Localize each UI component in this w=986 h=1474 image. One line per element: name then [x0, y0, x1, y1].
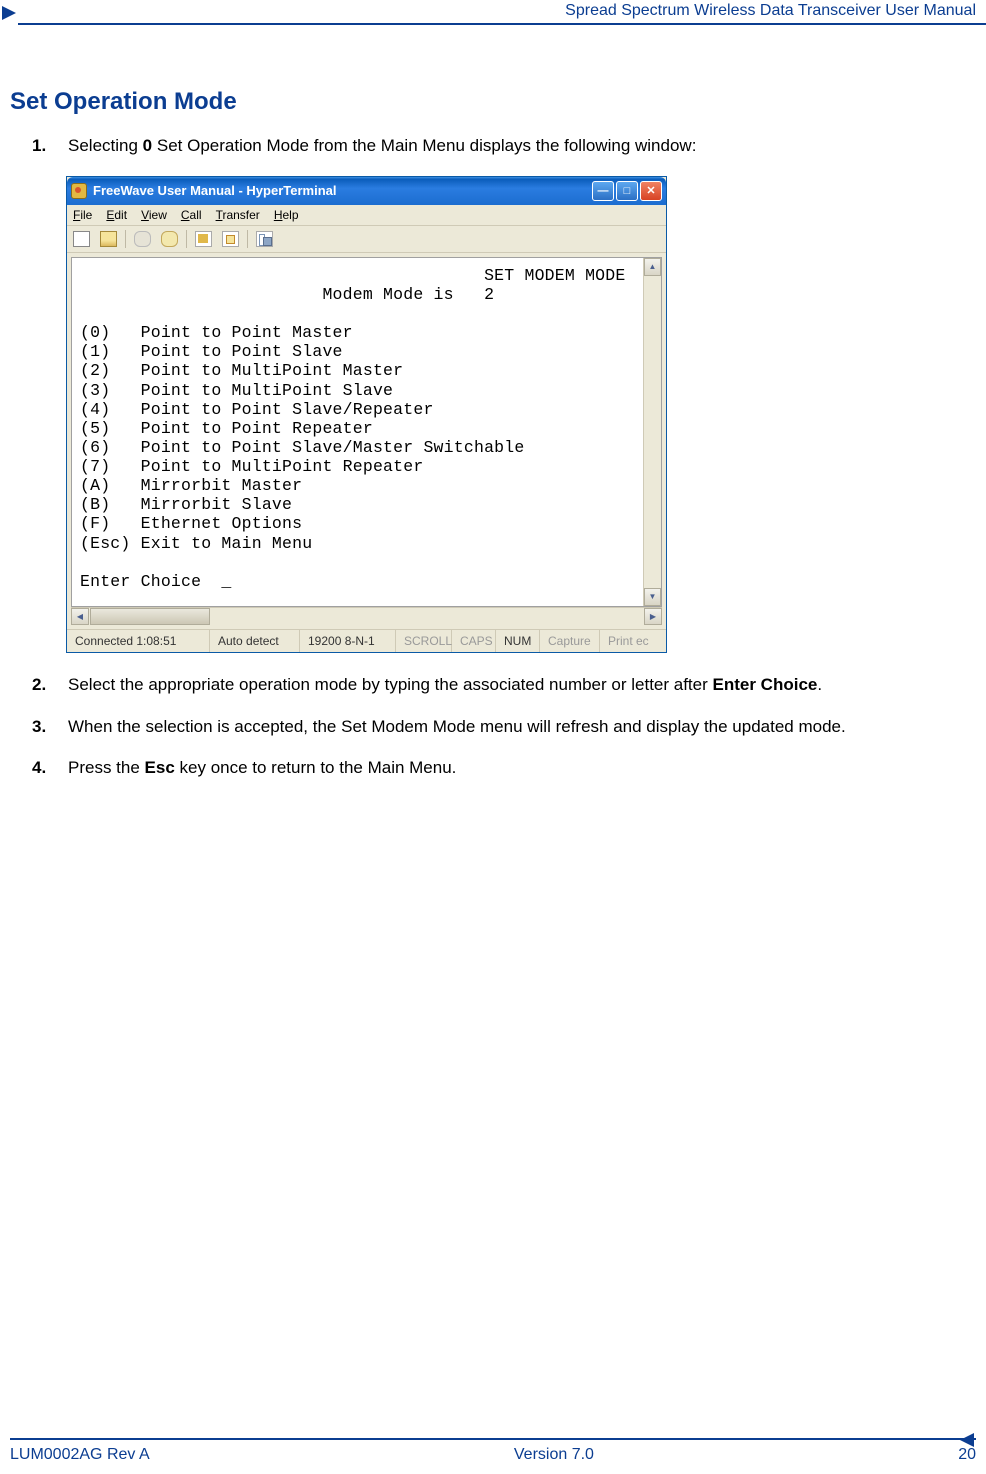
screenshot-container: FreeWave User Manual - HyperTerminal — □… [66, 176, 667, 653]
send-icon[interactable] [195, 231, 212, 247]
status-capture: Capture [540, 630, 600, 652]
status-connected: Connected 1:08:51 [67, 630, 210, 652]
page-header: Spread Spectrum Wireless Data Transceive… [0, 0, 986, 28]
option-1: (1) Point to Point Slave [80, 342, 343, 361]
header-arrow-icon [2, 6, 16, 20]
option-B: (B) Mirrorbit Slave [80, 495, 292, 514]
menu-file[interactable]: File [73, 208, 92, 222]
status-num: NUM [496, 630, 540, 652]
menubar: File Edit View Call Transfer Help [67, 205, 666, 226]
prompt: Enter Choice _ [80, 572, 232, 591]
toolbar-separator [186, 230, 187, 248]
step-3: 3. When the selection is accepted, the S… [10, 715, 976, 739]
scroll-track[interactable] [644, 276, 661, 588]
app-icon [71, 183, 87, 199]
step-number: 2. [32, 673, 68, 697]
page-content: Set Operation Mode 1. Selecting 0 Set Op… [0, 28, 986, 780]
scroll-left-icon[interactable]: ◀ [71, 608, 89, 625]
menu-transfer[interactable]: Transfer [216, 208, 260, 222]
step-text: When the selection is accepted, the Set … [68, 715, 976, 739]
toolbar [67, 226, 666, 253]
menu-help[interactable]: Help [274, 208, 299, 222]
scroll-down-icon[interactable]: ▼ [644, 588, 661, 606]
section-heading: Set Operation Mode [10, 88, 976, 116]
status-print: Print ec [600, 630, 666, 652]
steps-list: 1. Selecting 0 Set Operation Mode from t… [10, 134, 976, 158]
receive-icon[interactable] [222, 231, 239, 247]
option-2: (2) Point to MultiPoint Master [80, 361, 403, 380]
minimize-button[interactable]: — [592, 181, 614, 201]
step-text: Press the Esc key once to return to the … [68, 756, 976, 780]
header-title: Spread Spectrum Wireless Data Transceive… [563, 2, 978, 20]
header-rule [18, 23, 986, 25]
open-icon[interactable] [100, 231, 117, 247]
menu-view[interactable]: View [141, 208, 167, 222]
steps-list-cont: 2. Select the appropriate operation mode… [10, 673, 976, 780]
footer-arrow-icon [960, 1433, 974, 1447]
terminal-content[interactable]: SET MODEM MODE Modem Mode is 2 (0) Point… [72, 258, 643, 606]
scroll-up-icon[interactable]: ▲ [644, 258, 661, 276]
menu-edit[interactable]: Edit [106, 208, 127, 222]
option-5: (5) Point to Point Repeater [80, 419, 373, 438]
statusbar: Connected 1:08:51 Auto detect 19200 8-N-… [67, 629, 666, 652]
window-buttons: — □ ✕ [592, 181, 662, 201]
footer-right: 20 [958, 1446, 976, 1464]
option-esc: (Esc) Exit to Main Menu [80, 534, 312, 553]
status-caps: CAPS [452, 630, 496, 652]
step-number: 1. [32, 134, 68, 158]
toolbar-separator [125, 230, 126, 248]
properties-icon[interactable] [256, 231, 273, 247]
disconnect-icon[interactable] [161, 231, 178, 247]
close-button[interactable]: ✕ [640, 181, 662, 201]
vertical-scrollbar[interactable]: ▲ ▼ [643, 258, 661, 606]
step-text: Select the appropriate operation mode by… [68, 673, 976, 697]
option-A: (A) Mirrorbit Master [80, 476, 302, 495]
option-3: (3) Point to MultiPoint Slave [80, 381, 393, 400]
maximize-button[interactable]: □ [616, 181, 638, 201]
footer-left: LUM0002AG Rev A [10, 1446, 150, 1464]
status-scroll: SCROLL [396, 630, 452, 652]
call-icon[interactable] [134, 231, 151, 247]
window-titlebar[interactable]: FreeWave User Manual - HyperTerminal — □… [67, 177, 666, 205]
status-detect: Auto detect [210, 630, 300, 652]
window-title: FreeWave User Manual - HyperTerminal [93, 183, 592, 198]
scroll-thumb[interactable] [90, 608, 210, 625]
option-7: (7) Point to MultiPoint Repeater [80, 457, 423, 476]
step-number: 4. [32, 756, 68, 780]
option-6: (6) Point to Point Slave/Master Switchab… [80, 438, 524, 457]
option-4: (4) Point to Point Slave/Repeater [80, 400, 434, 419]
menu-call[interactable]: Call [181, 208, 202, 222]
new-icon[interactable] [73, 231, 90, 247]
terminal-frame: SET MODEM MODE Modem Mode is 2 (0) Point… [67, 253, 666, 629]
scroll-track[interactable] [211, 608, 644, 625]
scroll-right-icon[interactable]: ▶ [644, 608, 662, 625]
terminal-area: SET MODEM MODE Modem Mode is 2 (0) Point… [71, 257, 662, 607]
step-2: 2. Select the appropriate operation mode… [10, 673, 976, 697]
step-4: 4. Press the Esc key once to return to t… [10, 756, 976, 780]
footer-rule [10, 1438, 976, 1440]
status-baud: 19200 8-N-1 [300, 630, 396, 652]
horizontal-scrollbar[interactable]: ◀ ▶ [71, 607, 662, 625]
page-footer: LUM0002AG Rev A Version 7.0 20 [0, 1438, 986, 1464]
step-number: 3. [32, 715, 68, 739]
footer-center: Version 7.0 [514, 1446, 594, 1464]
step-1: 1. Selecting 0 Set Operation Mode from t… [10, 134, 976, 158]
option-F: (F) Ethernet Options [80, 514, 302, 533]
toolbar-separator [247, 230, 248, 248]
step-text: Selecting 0 Set Operation Mode from the … [68, 134, 976, 158]
option-0: (0) Point to Point Master [80, 323, 353, 342]
hyperterminal-window: FreeWave User Manual - HyperTerminal — □… [66, 176, 667, 653]
